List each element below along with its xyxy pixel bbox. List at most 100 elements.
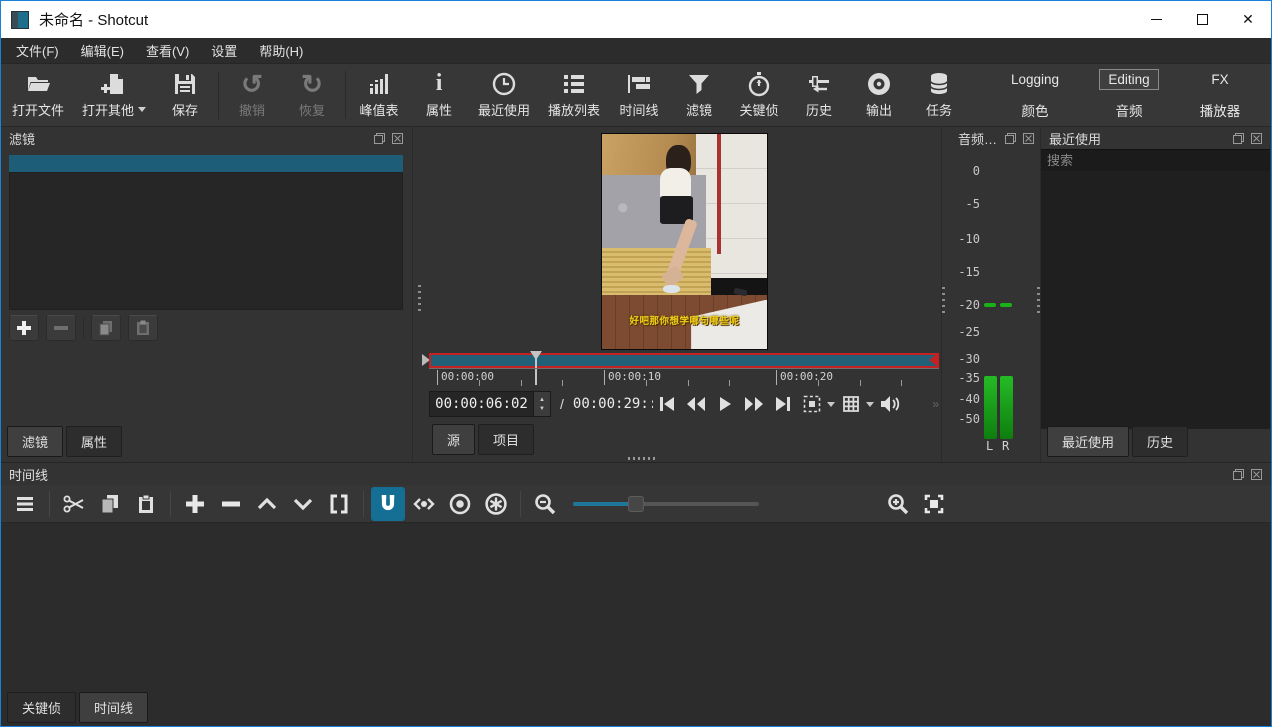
rewind-button[interactable] [682, 391, 711, 417]
undo-button[interactable]: ↺ 撤销 [222, 67, 282, 123]
zoom-toggle-button[interactable] [798, 391, 827, 417]
menu-settings[interactable]: 设置 [200, 37, 248, 64]
tab-history[interactable]: 历史 [1132, 426, 1188, 457]
current-time-value[interactable]: 00:00:06:02 [430, 392, 533, 416]
close-panel-icon[interactable] [1022, 132, 1035, 145]
tab-filters[interactable]: 滤镜 [7, 426, 63, 457]
grid-button[interactable] [837, 391, 866, 417]
spin-down-icon[interactable]: ▼ [539, 406, 545, 412]
save-button[interactable]: 保存 [155, 67, 215, 123]
filters-button[interactable]: 滤镜 [669, 67, 729, 123]
toolbar-overflow-icon[interactable]: » [932, 397, 939, 411]
tab-properties[interactable]: 属性 [66, 426, 122, 457]
layout-color-button[interactable]: 颜色 [1014, 98, 1057, 122]
maximize-button[interactable] [1179, 1, 1225, 38]
close-panel-icon[interactable] [1250, 468, 1263, 481]
timeline-button[interactable]: 时间线 [609, 67, 669, 123]
ripple-all-tracks-button[interactable] [479, 487, 513, 521]
layout-editing-button[interactable]: Editing [1099, 69, 1158, 90]
skip-end-button[interactable] [769, 391, 798, 417]
close-panel-icon[interactable] [1250, 132, 1263, 145]
overwrite-button[interactable] [286, 487, 320, 521]
lift-button[interactable] [250, 487, 284, 521]
db-scale-label: -40 [942, 392, 980, 406]
float-panel-icon[interactable] [1232, 468, 1245, 481]
recent-button[interactable]: 最近使用 [469, 67, 539, 123]
tab-project[interactable]: 项目 [478, 424, 534, 455]
splitter-handle-icon[interactable] [942, 287, 945, 313]
skip-start-button[interactable] [653, 391, 682, 417]
scrubber-bar[interactable] [429, 353, 939, 368]
timeline-zoom-slider[interactable] [573, 494, 759, 514]
splitter-handle-icon[interactable] [1037, 287, 1040, 313]
menu-help[interactable]: 帮助(H) [248, 37, 314, 64]
split-button[interactable] [322, 487, 356, 521]
layout-player-button[interactable]: 播放器 [1192, 98, 1249, 122]
recent-files-list[interactable] [1041, 171, 1270, 429]
zoom-slider-handle[interactable] [628, 496, 644, 512]
layout-logging-button[interactable]: Logging [1003, 70, 1067, 89]
tab-recent[interactable]: 最近使用 [1047, 426, 1129, 457]
playlist-button[interactable]: 播放列表 [539, 67, 609, 123]
jobs-button[interactable]: 任务 [909, 67, 969, 123]
float-panel-icon[interactable] [1232, 132, 1245, 145]
layout-audio-button[interactable]: 音频 [1108, 98, 1151, 122]
keyframes-button[interactable]: 关键侦 [729, 67, 789, 123]
selected-filter-row[interactable] [9, 155, 403, 172]
copy-button[interactable] [93, 487, 127, 521]
redo-button[interactable]: ↻ 恢复 [282, 67, 342, 123]
video-preview[interactable]: 好吧那你想学哪句哪些呢 [601, 133, 768, 350]
volume-button[interactable] [876, 391, 905, 417]
layout-fx-button[interactable]: FX [1203, 70, 1236, 89]
snap-toggle-button[interactable] [371, 487, 405, 521]
zoom-out-button[interactable] [528, 487, 562, 521]
properties-button[interactable]: i 属性 [409, 67, 469, 123]
playhead-handle[interactable] [530, 351, 542, 360]
play-button[interactable] [711, 391, 740, 417]
zoom-toggle-caret-icon[interactable] [827, 402, 835, 407]
zoom-in-button[interactable] [881, 487, 915, 521]
timeline-tracks-area[interactable] [1, 523, 1271, 693]
time-ruler[interactable]: 00:00:00 00:00:10 00:00:20 [429, 368, 939, 386]
paste-filters-button[interactable] [128, 315, 158, 341]
fast-forward-icon [744, 396, 764, 412]
menu-edit[interactable]: 编辑(E) [70, 37, 135, 64]
tab-keyframes[interactable]: 关键侦 [7, 692, 76, 723]
tab-source[interactable]: 源 [432, 424, 475, 455]
filter-list[interactable] [9, 172, 403, 310]
add-filter-button[interactable] [9, 315, 39, 341]
copy-filters-button[interactable] [91, 315, 121, 341]
float-panel-icon[interactable] [373, 132, 386, 145]
vertical-splitter[interactable] [413, 127, 426, 462]
paste-button[interactable] [129, 487, 163, 521]
close-button[interactable]: ✕ [1225, 1, 1271, 38]
export-button[interactable]: 输出 [849, 67, 909, 123]
peak-meter-button[interactable]: 峰值表 [349, 67, 409, 123]
history-button[interactable]: 历史 [789, 67, 849, 123]
fast-forward-button[interactable] [740, 391, 769, 417]
current-time-spinner[interactable]: 00:00:06:02 ▲ ▼ [429, 391, 551, 417]
open-other-button[interactable]: 打开其他 [73, 67, 155, 123]
search-input[interactable] [1041, 149, 1270, 171]
out-marker-icon[interactable] [929, 354, 937, 366]
close-panel-icon[interactable] [391, 132, 404, 145]
timeline-menu-button[interactable] [8, 487, 42, 521]
horizontal-splitter-handle[interactable] [628, 457, 658, 460]
tab-timeline[interactable]: 时间线 [79, 692, 148, 723]
grid-caret-icon[interactable] [866, 402, 874, 407]
menu-view[interactable]: 查看(V) [135, 37, 200, 64]
menu-file[interactable]: 文件(F) [5, 37, 70, 64]
ripple-button[interactable] [443, 487, 477, 521]
append-button[interactable] [178, 487, 212, 521]
minimize-button[interactable] [1133, 1, 1179, 38]
ripple-delete-button[interactable] [214, 487, 248, 521]
menu-bar: 文件(F) 编辑(E) 查看(V) 设置 帮助(H) [1, 38, 1271, 64]
time-spin-buttons[interactable]: ▲ ▼ [533, 392, 550, 416]
open-file-button[interactable]: 打开文件 [3, 67, 73, 123]
spin-up-icon[interactable]: ▲ [539, 397, 545, 403]
cut-button[interactable] [57, 487, 91, 521]
scrub-while-dragging-button[interactable] [407, 487, 441, 521]
zoom-fit-button[interactable] [917, 487, 951, 521]
float-panel-icon[interactable] [1004, 132, 1017, 145]
remove-filter-button[interactable] [46, 315, 76, 341]
